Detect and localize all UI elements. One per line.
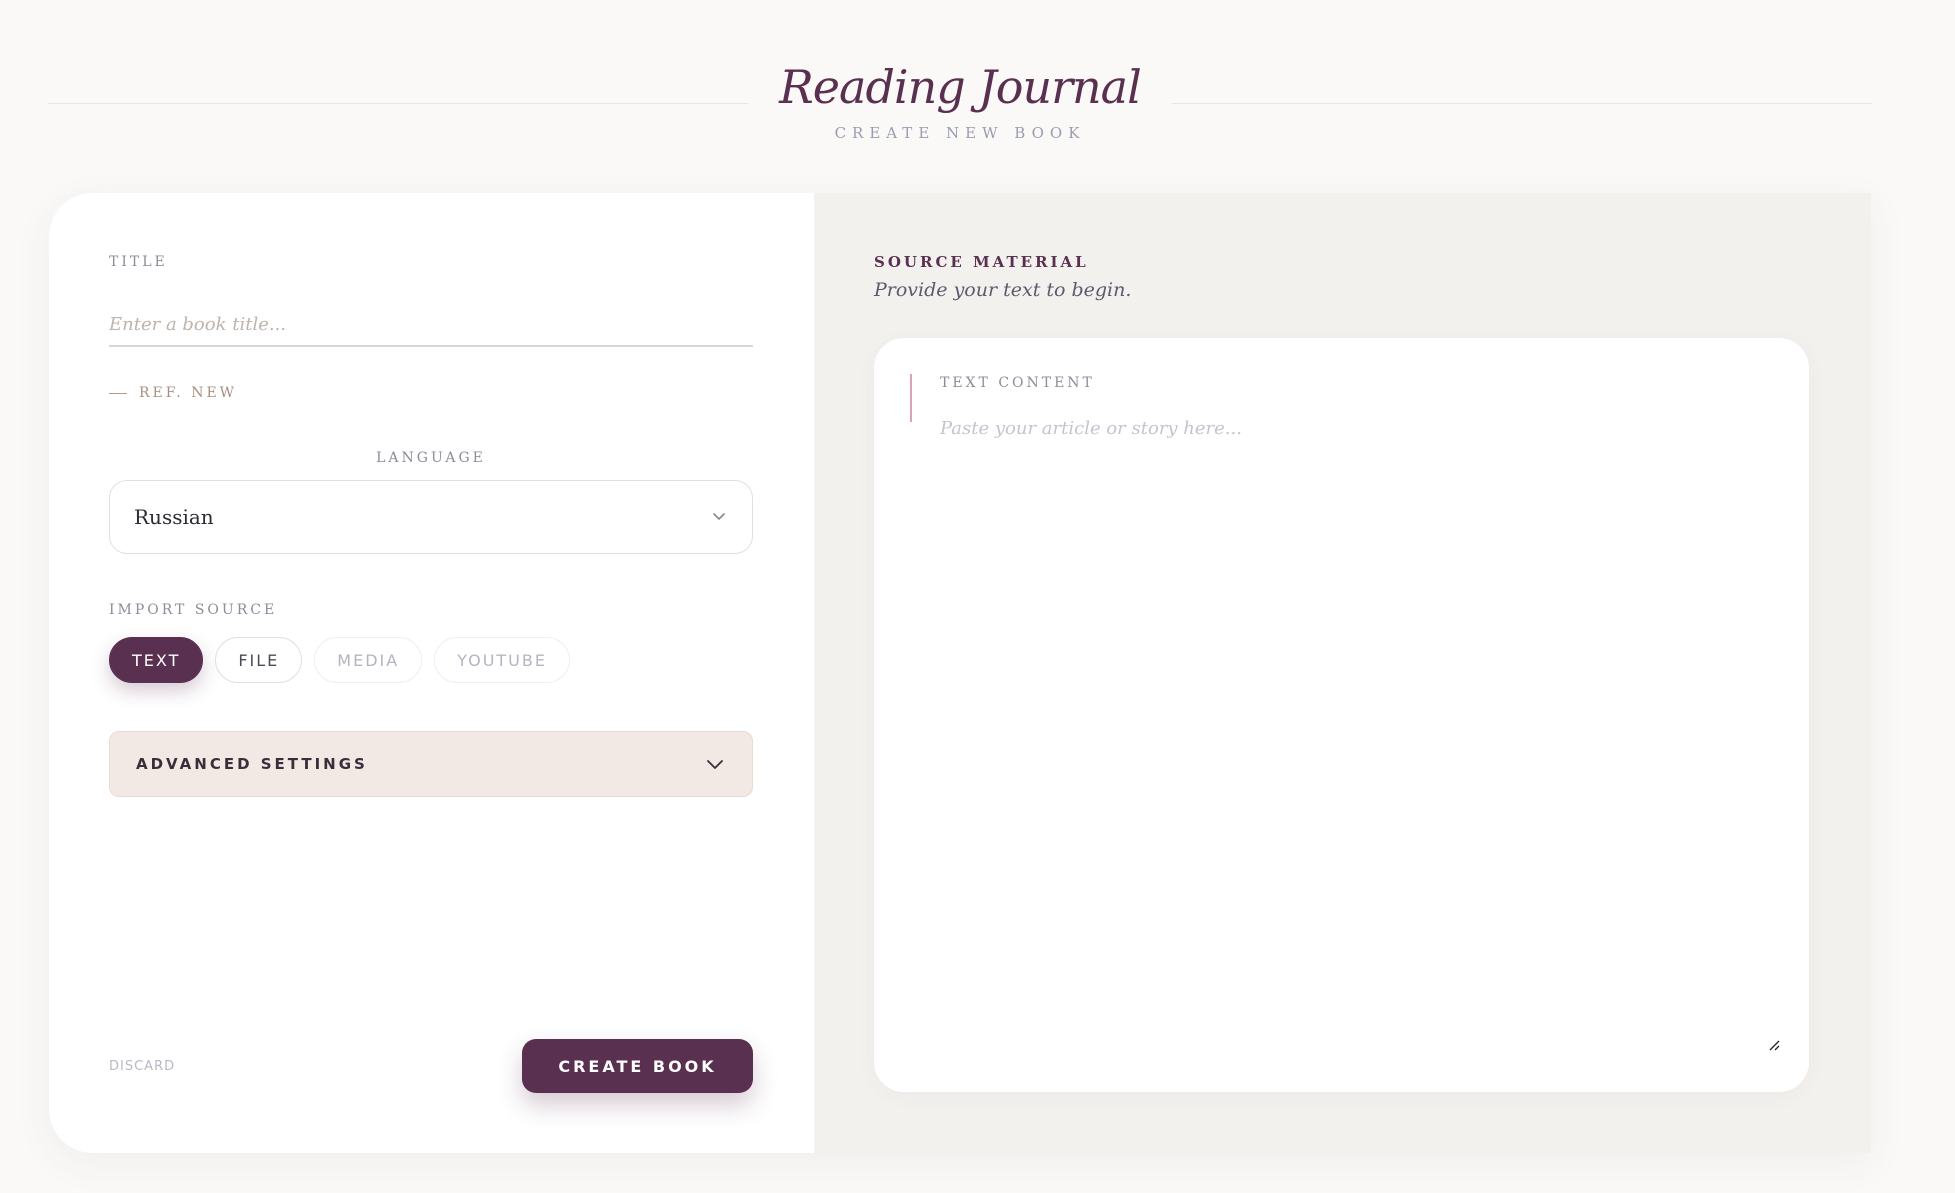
title-input[interactable] bbox=[109, 303, 753, 347]
tab-youtube[interactable]: YOUTUBE bbox=[434, 637, 570, 683]
app-title: Reading Journal bbox=[779, 60, 1142, 114]
text-content-card: TEXT CONTENT bbox=[874, 338, 1809, 1092]
import-source-tabs: TEXT FILE MEDIA YOUTUBE bbox=[109, 637, 570, 683]
language-label: LANGUAGE bbox=[376, 450, 486, 466]
text-content-label: TEXT CONTENT bbox=[940, 375, 1095, 391]
resize-handle-icon[interactable] bbox=[1767, 1037, 1781, 1056]
text-content-input[interactable] bbox=[940, 418, 1780, 1018]
title-label: TITLE bbox=[109, 254, 168, 270]
chevron-down-icon bbox=[706, 756, 724, 775]
import-source-label: IMPORT SOURCE bbox=[109, 602, 278, 618]
create-book-button[interactable]: CREATE BOOK bbox=[522, 1039, 753, 1093]
discard-button[interactable]: DISCARD bbox=[109, 1059, 175, 1074]
source-material-heading: SOURCE MATERIAL bbox=[874, 253, 1089, 271]
page-subtitle: CREATE NEW BOOK bbox=[834, 124, 1086, 142]
tab-text[interactable]: TEXT bbox=[109, 637, 204, 683]
language-value: Russian bbox=[134, 505, 214, 529]
source-material-subheading: Provide your text to begin. bbox=[874, 279, 1132, 301]
language-select[interactable]: Russian bbox=[109, 480, 753, 554]
advanced-settings-toggle[interactable]: ADVANCED SETTINGS bbox=[109, 731, 753, 797]
tab-media[interactable]: MEDIA bbox=[314, 637, 423, 683]
accent-bar bbox=[910, 374, 912, 422]
ref-indicator: REF. NEW bbox=[109, 385, 237, 401]
chevron-down-icon bbox=[712, 507, 726, 526]
book-details-panel: TITLE REF. NEW LANGUAGE Russian IMPORT S… bbox=[49, 193, 814, 1153]
advanced-settings-label: ADVANCED SETTINGS bbox=[136, 755, 368, 773]
page-header: Reading Journal CREATE NEW BOOK bbox=[0, 0, 1955, 190]
tab-file[interactable]: FILE bbox=[215, 637, 303, 683]
source-material-panel: SOURCE MATERIAL Provide your text to beg… bbox=[814, 193, 1871, 1153]
ref-text: REF. NEW bbox=[139, 385, 238, 401]
create-book-card: TITLE REF. NEW LANGUAGE Russian IMPORT S… bbox=[49, 193, 1871, 1153]
ref-dash bbox=[109, 392, 127, 394]
